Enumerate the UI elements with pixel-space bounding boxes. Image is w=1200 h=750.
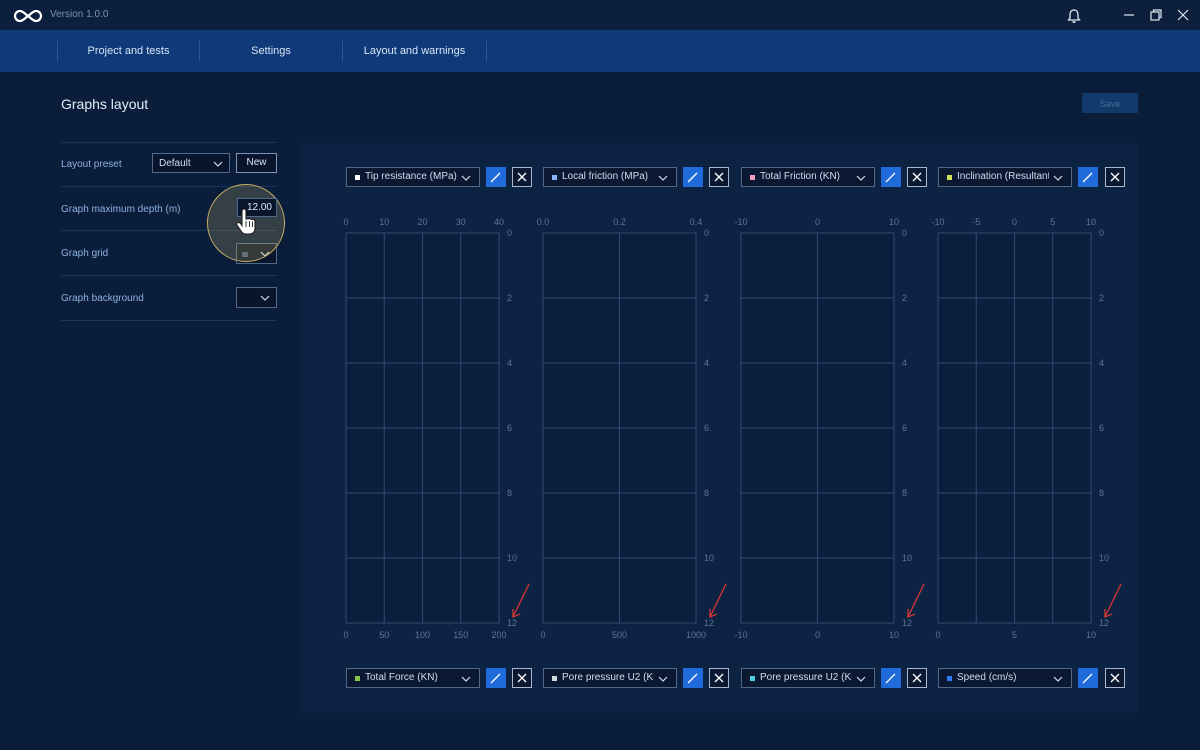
depth-axis-tick-label: 6 bbox=[704, 423, 709, 433]
top-axis-tick-label: 0.0 bbox=[537, 217, 550, 227]
depth-axis-tick-label: 2 bbox=[704, 293, 709, 303]
bottom-axis-tick-label: 1000 bbox=[686, 630, 706, 640]
depth-axis-tick-label: 4 bbox=[902, 358, 907, 368]
warning-arrow-icon bbox=[907, 583, 925, 618]
depth-axis-tick-label: 8 bbox=[704, 488, 709, 498]
bottom-axis-tick-label: 0 bbox=[935, 630, 940, 640]
depth-axis-tick-label: 12 bbox=[902, 618, 912, 628]
top-axis-tick-label: 20 bbox=[417, 217, 427, 227]
depth-axis-tick-label: 0 bbox=[902, 228, 907, 238]
depth-axis-tick-label: 0 bbox=[507, 228, 512, 238]
warning-arrow-icon bbox=[709, 583, 727, 618]
bottom-axis-tick-label: 0 bbox=[540, 630, 545, 640]
top-axis-tick-label: 0 bbox=[1012, 217, 1017, 227]
top-axis-tick-label: 30 bbox=[456, 217, 466, 227]
bottom-axis-tick-label: 0 bbox=[815, 630, 820, 640]
depth-axis-tick-label: 6 bbox=[1099, 423, 1104, 433]
bottom-axis-tick-label: 200 bbox=[491, 630, 506, 640]
depth-axis-tick-label: 2 bbox=[902, 293, 907, 303]
bottom-axis-tick-label: -10 bbox=[734, 630, 747, 640]
top-axis-tick-label: 10 bbox=[889, 217, 899, 227]
bottom-axis-tick-label: 5 bbox=[1012, 630, 1017, 640]
depth-axis-tick-label: 8 bbox=[507, 488, 512, 498]
warning-arrow-icon bbox=[1104, 583, 1122, 618]
depth-axis-tick-label: 0 bbox=[1099, 228, 1104, 238]
depth-axis-tick-label: 4 bbox=[507, 358, 512, 368]
top-axis-tick-label: 0.2 bbox=[613, 217, 626, 227]
depth-axis-tick-label: 2 bbox=[1099, 293, 1104, 303]
top-axis-tick-label: 10 bbox=[1086, 217, 1096, 227]
bottom-axis-tick-label: 150 bbox=[453, 630, 468, 640]
top-axis-tick-label: -10 bbox=[734, 217, 747, 227]
depth-axis-tick-label: 4 bbox=[704, 358, 709, 368]
bottom-axis-tick-label: 0 bbox=[343, 630, 348, 640]
depth-axis-tick-label: 6 bbox=[507, 423, 512, 433]
graphs-canvas: 0 10 20 30 400 50 100 150 2000246810120.0 0.2 0.40… bbox=[343, 217, 1122, 640]
depth-axis-tick-label: 10 bbox=[902, 553, 912, 563]
top-axis-tick-label: 0 bbox=[343, 217, 348, 227]
bottom-axis-tick-label: 50 bbox=[379, 630, 389, 640]
top-axis-tick-label: -10 bbox=[931, 217, 944, 227]
top-axis-tick-label: 40 bbox=[494, 217, 504, 227]
top-axis-tick-label: 0.4 bbox=[690, 217, 703, 227]
depth-axis-tick-label: 12 bbox=[704, 618, 714, 628]
bottom-axis-tick-label: 100 bbox=[415, 630, 430, 640]
depth-axis-tick-label: 8 bbox=[1099, 488, 1104, 498]
depth-axis-tick-label: 4 bbox=[1099, 358, 1104, 368]
depth-axis-tick-label: 8 bbox=[902, 488, 907, 498]
depth-axis-tick-label: 2 bbox=[507, 293, 512, 303]
top-axis-tick-label: -5 bbox=[972, 217, 980, 227]
bottom-axis-tick-label: 500 bbox=[612, 630, 627, 640]
depth-axis-tick-label: 10 bbox=[507, 553, 517, 563]
depth-axis-tick-label: 10 bbox=[704, 553, 714, 563]
warning-arrow-icon bbox=[512, 583, 530, 618]
top-axis-tick-label: 0 bbox=[815, 217, 820, 227]
bottom-axis-tick-label: 10 bbox=[1086, 630, 1096, 640]
depth-axis-tick-label: 0 bbox=[704, 228, 709, 238]
depth-axis-tick-label: 6 bbox=[902, 423, 907, 433]
bottom-axis-tick-label: 10 bbox=[889, 630, 899, 640]
top-axis-tick-label: 5 bbox=[1050, 217, 1055, 227]
depth-axis-tick-label: 10 bbox=[1099, 553, 1109, 563]
top-axis-tick-label: 10 bbox=[379, 217, 389, 227]
depth-axis-tick-label: 12 bbox=[507, 618, 517, 628]
depth-axis-tick-label: 12 bbox=[1099, 618, 1109, 628]
